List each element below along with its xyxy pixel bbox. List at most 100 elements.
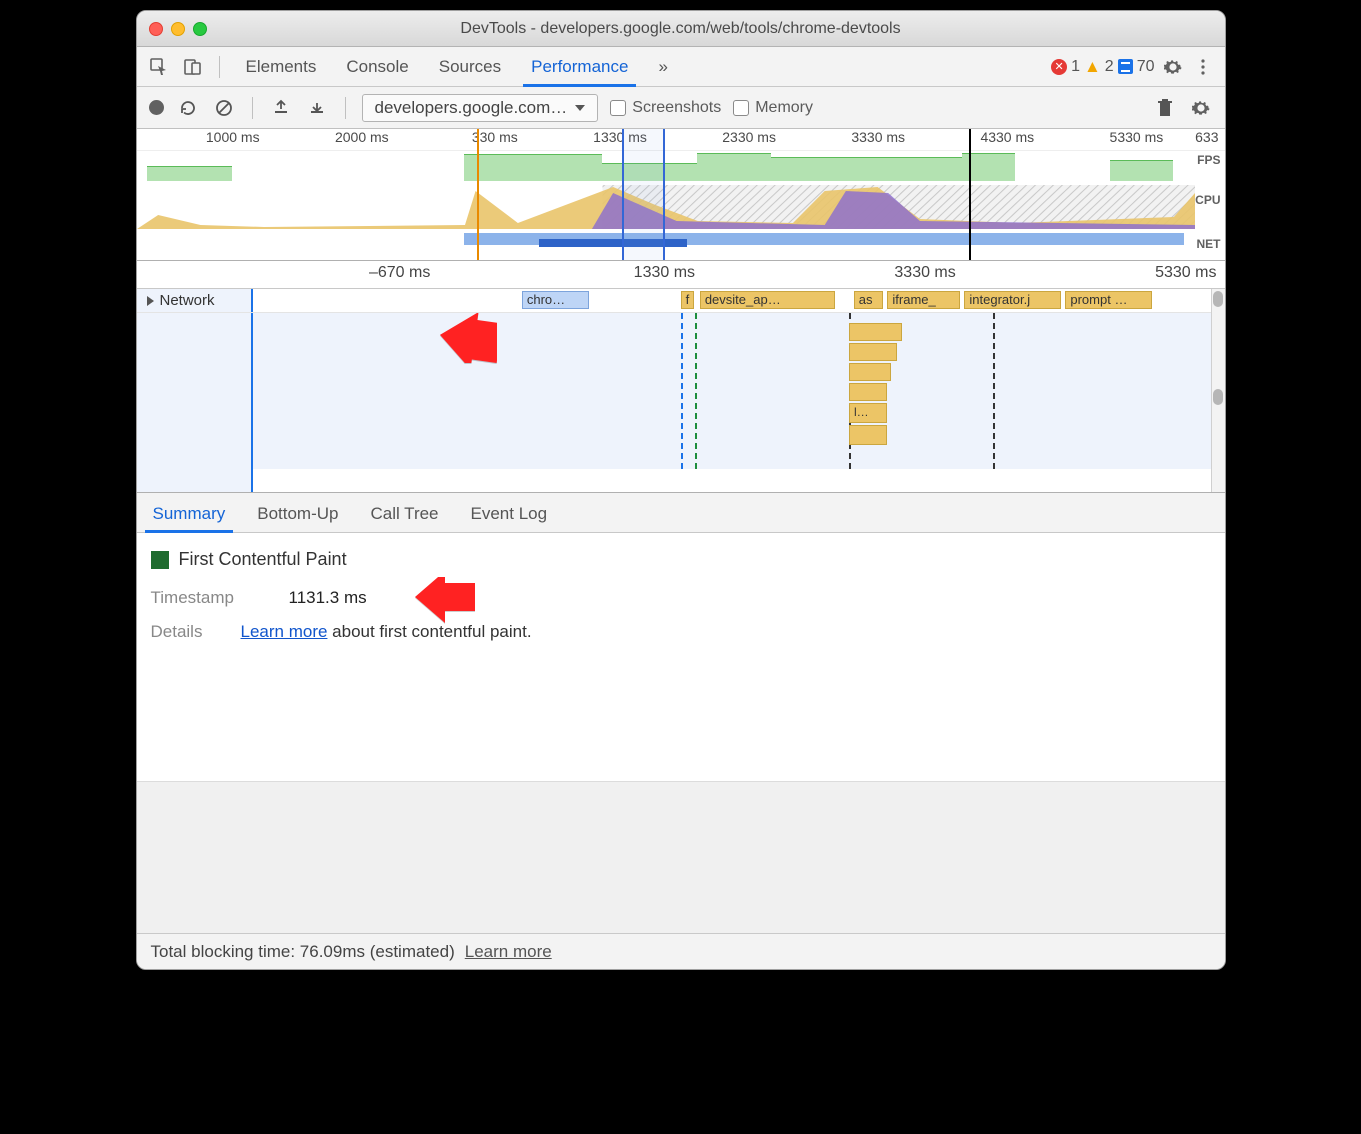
summary-event-header: First Contentful Paint xyxy=(151,549,1211,570)
topbar-right: ✕ 1 ▲ 2 70 xyxy=(1051,55,1214,79)
titlebar: DevTools - developers.google.com/web/too… xyxy=(137,11,1225,47)
summary-timestamp-row: Timestamp 1131.3 ms xyxy=(151,588,1211,608)
memory-checkbox[interactable]: Memory xyxy=(733,99,813,117)
detail-tabs: Summary Bottom-Up Call Tree Event Log xyxy=(137,493,1225,533)
network-segment[interactable]: devsite_ap… xyxy=(700,291,835,309)
separator xyxy=(252,97,253,119)
settings-gear-icon[interactable] xyxy=(1161,55,1185,79)
network-segment[interactable]: f xyxy=(681,291,694,309)
profile-selector-label: developers.google.com… xyxy=(375,98,568,118)
checkbox-icon xyxy=(610,100,626,116)
tab-call-tree[interactable]: Call Tree xyxy=(368,496,440,532)
timestamp-value: 1131.3 ms xyxy=(289,588,367,608)
error-icon: ✕ xyxy=(1051,59,1067,75)
scrollbar-thumb[interactable] xyxy=(1213,389,1223,405)
ruler-tick: 1330 ms xyxy=(442,261,703,288)
warning-icon: ▲ xyxy=(1084,57,1101,77)
inspect-element-icon[interactable] xyxy=(147,55,171,79)
capture-settings-gear-icon[interactable] xyxy=(1189,96,1213,120)
warning-count: 2 xyxy=(1105,58,1114,76)
tab-event-log[interactable]: Event Log xyxy=(469,496,550,532)
overview-fps-label: FPS xyxy=(1197,153,1220,167)
issues-badges[interactable]: ✕ 1 ▲ 2 70 xyxy=(1051,57,1154,77)
network-segment[interactable]: prompt … xyxy=(1065,291,1152,309)
overview-net-label: NET xyxy=(1197,237,1221,251)
overview-fps-lane xyxy=(137,151,1195,181)
blocking-time-learn-more-link[interactable]: Learn more xyxy=(465,942,552,962)
blocking-time-text: Total blocking time: 76.09ms (estimated) xyxy=(151,942,455,962)
event-color-swatch xyxy=(151,551,169,569)
tab-summary[interactable]: Summary xyxy=(151,496,228,532)
long-task-block[interactable] xyxy=(849,343,897,361)
timestamp-key: Timestamp xyxy=(151,588,271,608)
summary-event-name: First Contentful Paint xyxy=(179,549,347,570)
performance-overview[interactable]: 1000 ms 2000 ms 330 ms 1330 ms 2330 ms 3… xyxy=(137,129,1225,261)
screenshots-checkbox[interactable]: Screenshots xyxy=(610,99,721,117)
device-toggle-icon[interactable] xyxy=(181,55,205,79)
collect-garbage-icon[interactable] xyxy=(1153,96,1177,120)
overview-cpu-lane xyxy=(137,185,1195,229)
ruler-tick: 330 ms xyxy=(395,129,524,150)
ruler-tick: 633 xyxy=(1169,129,1224,150)
flame-scrollbar[interactable] xyxy=(1211,289,1225,492)
scrollbar-thumb[interactable] xyxy=(1213,291,1223,307)
profile-selector[interactable]: developers.google.com… xyxy=(362,94,599,122)
more-menu-icon[interactable] xyxy=(1191,55,1215,79)
flame-ruler: –670 ms 1330 ms 3330 ms 5330 ms xyxy=(137,261,1225,289)
ruler-tick: 5330 ms xyxy=(1040,129,1169,150)
ruler-tick: 2330 ms xyxy=(653,129,782,150)
status-bar: Total blocking time: 76.09ms (estimated)… xyxy=(137,933,1225,969)
long-task-block[interactable]: l… xyxy=(849,403,887,423)
separator xyxy=(345,97,346,119)
learn-more-link[interactable]: Learn more xyxy=(241,622,328,641)
track-label-column xyxy=(137,313,253,492)
ruler-tick: 4330 ms xyxy=(911,129,1040,150)
long-task-block[interactable] xyxy=(849,425,887,445)
ruler-tick: 1000 ms xyxy=(137,129,266,150)
ruler-tick: 5330 ms xyxy=(964,261,1225,288)
tab-performance[interactable]: Performance xyxy=(529,49,630,85)
network-segment[interactable]: integrator.j xyxy=(964,291,1060,309)
network-segment[interactable]: iframe_ xyxy=(887,291,959,309)
network-segment[interactable]: as xyxy=(854,291,883,309)
flame-chart[interactable]: Network chro… f devsite_ap… as iframe_ i… xyxy=(137,289,1225,493)
tab-bottom-up[interactable]: Bottom-Up xyxy=(255,496,340,532)
record-button[interactable] xyxy=(149,100,164,115)
panel-tabs: Elements Console Sources Performance » xyxy=(244,49,670,85)
overview-ruler: 1000 ms 2000 ms 330 ms 1330 ms 2330 ms 3… xyxy=(137,129,1225,151)
overview-selection[interactable] xyxy=(622,129,666,260)
messages-icon xyxy=(1118,59,1133,74)
checkbox-icon xyxy=(733,100,749,116)
summary-panel: First Contentful Paint Timestamp 1131.3 … xyxy=(137,533,1225,781)
separator xyxy=(219,56,220,78)
network-segment[interactable]: chro… xyxy=(522,291,589,309)
save-profile-icon[interactable] xyxy=(305,96,329,120)
tab-console[interactable]: Console xyxy=(344,49,410,85)
tab-overflow[interactable]: » xyxy=(656,49,669,85)
load-profile-icon[interactable] xyxy=(269,96,293,120)
overview-marker xyxy=(477,129,479,260)
annotation-arrow-icon xyxy=(415,577,475,627)
tab-sources[interactable]: Sources xyxy=(437,49,503,85)
timing-line-dcl xyxy=(681,313,683,469)
performance-toolbar: developers.google.com… Screenshots Memor… xyxy=(137,87,1225,129)
long-task-block[interactable] xyxy=(849,323,902,341)
window-title: DevTools - developers.google.com/web/too… xyxy=(137,20,1225,38)
overview-net-lane xyxy=(137,229,1195,249)
track-network[interactable]: Network chro… f devsite_ap… as iframe_ i… xyxy=(137,289,1225,313)
details-key: Details xyxy=(151,622,223,642)
details-text: Learn more about first contentful paint. xyxy=(241,622,532,642)
tab-elements[interactable]: Elements xyxy=(244,49,319,85)
devtools-window: DevTools - developers.google.com/web/too… xyxy=(136,10,1226,970)
timings-body: l… xyxy=(253,313,1215,469)
memory-label: Memory xyxy=(755,99,813,117)
messages-count: 70 xyxy=(1137,58,1155,76)
reload-record-icon[interactable] xyxy=(176,96,200,120)
overview-cpu-label: CPU xyxy=(1195,193,1220,207)
track-network-label[interactable]: Network xyxy=(137,289,253,312)
long-task-block[interactable] xyxy=(849,363,891,381)
network-label-text: Network xyxy=(160,292,215,309)
annotation-arrow-icon xyxy=(437,313,497,363)
long-task-block[interactable] xyxy=(849,383,887,401)
clear-icon[interactable] xyxy=(212,96,236,120)
